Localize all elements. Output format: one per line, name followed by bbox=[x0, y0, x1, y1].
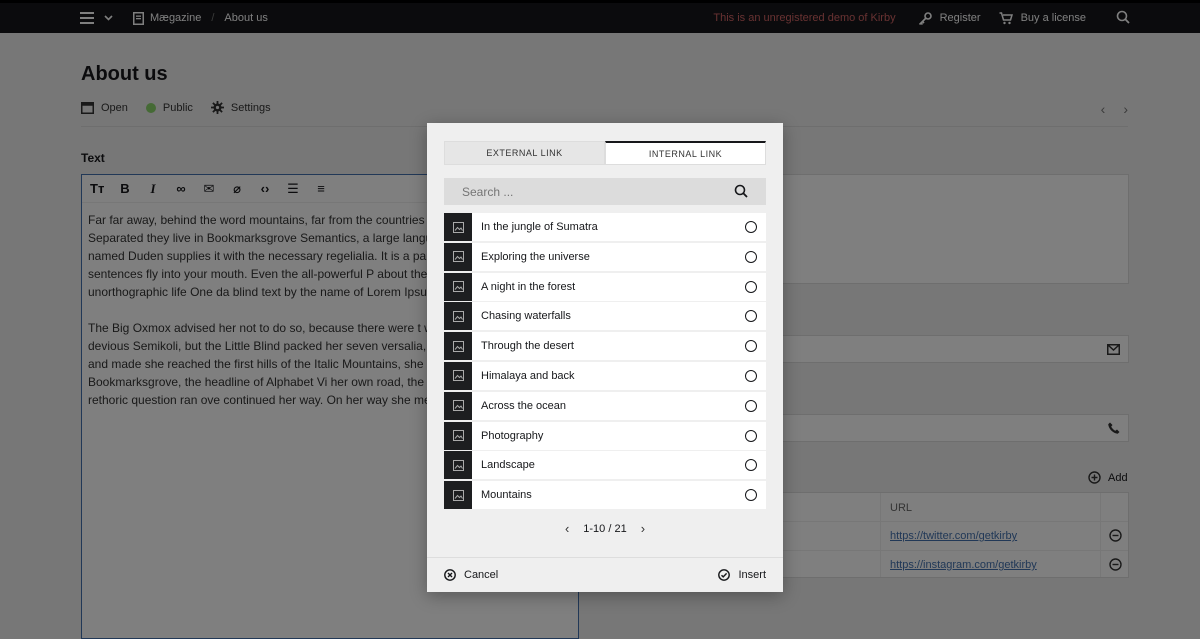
tab-external-link[interactable]: EXTERNAL LINK bbox=[444, 141, 605, 165]
list-item[interactable]: Through the desert bbox=[444, 332, 766, 361]
radio-button[interactable] bbox=[745, 310, 757, 323]
insert-button[interactable]: Insert bbox=[718, 569, 766, 581]
page-thumbnail bbox=[444, 451, 472, 480]
page-thumbnail bbox=[444, 213, 472, 241]
radio-button[interactable] bbox=[745, 340, 757, 353]
cancel-button[interactable]: Cancel bbox=[444, 569, 498, 581]
list-item-label: Photography bbox=[481, 429, 544, 442]
check-icon bbox=[718, 569, 731, 581]
image-icon bbox=[452, 251, 464, 263]
list-item[interactable]: In the jungle of Sumatra bbox=[444, 213, 766, 241]
list-item-label: Across the ocean bbox=[481, 399, 566, 412]
page-thumbnail bbox=[444, 481, 472, 510]
list-item-label: Through the desert bbox=[481, 340, 574, 353]
image-icon bbox=[452, 370, 464, 382]
cancel-icon bbox=[444, 569, 456, 581]
radio-button[interactable] bbox=[745, 369, 757, 382]
radio-button[interactable] bbox=[745, 221, 757, 233]
search-input[interactable] bbox=[444, 184, 724, 199]
image-icon bbox=[452, 430, 464, 442]
page-thumbnail bbox=[444, 332, 472, 361]
image-icon bbox=[452, 281, 464, 293]
image-icon bbox=[452, 489, 464, 501]
pagination: ‹ 1-10 / 21 › bbox=[427, 521, 783, 536]
list-item[interactable]: Across the ocean bbox=[444, 391, 766, 420]
list-item-label: Himalaya and back bbox=[481, 369, 575, 382]
radio-button[interactable] bbox=[745, 399, 757, 412]
radio-button[interactable] bbox=[745, 250, 757, 263]
link-dialog: EXTERNAL LINK INTERNAL LINK In the jungl… bbox=[427, 123, 783, 592]
radio-button[interactable] bbox=[745, 429, 757, 442]
prev-page-button[interactable]: ‹ bbox=[565, 521, 569, 536]
link-type-tabs: EXTERNAL LINK INTERNAL LINK bbox=[444, 141, 766, 165]
image-icon bbox=[452, 400, 464, 412]
list-item-label: In the jungle of Sumatra bbox=[481, 221, 598, 233]
page-thumbnail bbox=[444, 272, 472, 301]
list-item[interactable]: Photography bbox=[444, 421, 766, 450]
search-bar bbox=[444, 178, 766, 205]
page-thumbnail bbox=[444, 242, 472, 271]
image-icon bbox=[452, 310, 464, 322]
page-thumbnail bbox=[444, 421, 472, 450]
next-page-button[interactable]: › bbox=[641, 521, 645, 536]
list-item-label: Mountains bbox=[481, 489, 532, 502]
image-icon bbox=[452, 340, 464, 352]
list-item-label: Exploring the universe bbox=[481, 250, 590, 263]
page-thumbnail bbox=[444, 361, 472, 390]
page-thumbnail bbox=[444, 391, 472, 420]
list-item-label: Landscape bbox=[481, 459, 535, 472]
cancel-label: Cancel bbox=[464, 569, 499, 581]
image-icon bbox=[452, 221, 464, 233]
list-item[interactable]: Chasing waterfalls bbox=[444, 302, 766, 331]
list-item-label: Chasing waterfalls bbox=[481, 310, 571, 323]
page-list: In the jungle of Sumatra Exploring the un… bbox=[444, 213, 766, 511]
radio-button[interactable] bbox=[745, 489, 757, 502]
pagination-label[interactable]: 1-10 / 21 bbox=[583, 523, 626, 535]
insert-label: Insert bbox=[738, 569, 766, 581]
list-item-label: A night in the forest bbox=[481, 280, 576, 293]
list-item[interactable]: Himalaya and back bbox=[444, 361, 766, 390]
radio-button[interactable] bbox=[745, 280, 757, 293]
list-item[interactable]: A night in the forest bbox=[444, 272, 766, 301]
tab-internal-link[interactable]: INTERNAL LINK bbox=[605, 141, 766, 165]
search-icon[interactable] bbox=[734, 184, 748, 198]
page-thumbnail bbox=[444, 302, 472, 331]
image-icon bbox=[452, 459, 464, 471]
list-item[interactable]: Mountains bbox=[444, 481, 766, 510]
radio-button[interactable] bbox=[745, 459, 757, 472]
dialog-footer: Cancel Insert bbox=[427, 557, 783, 592]
list-item[interactable]: Landscape bbox=[444, 451, 766, 480]
list-item[interactable]: Exploring the universe bbox=[444, 242, 766, 271]
